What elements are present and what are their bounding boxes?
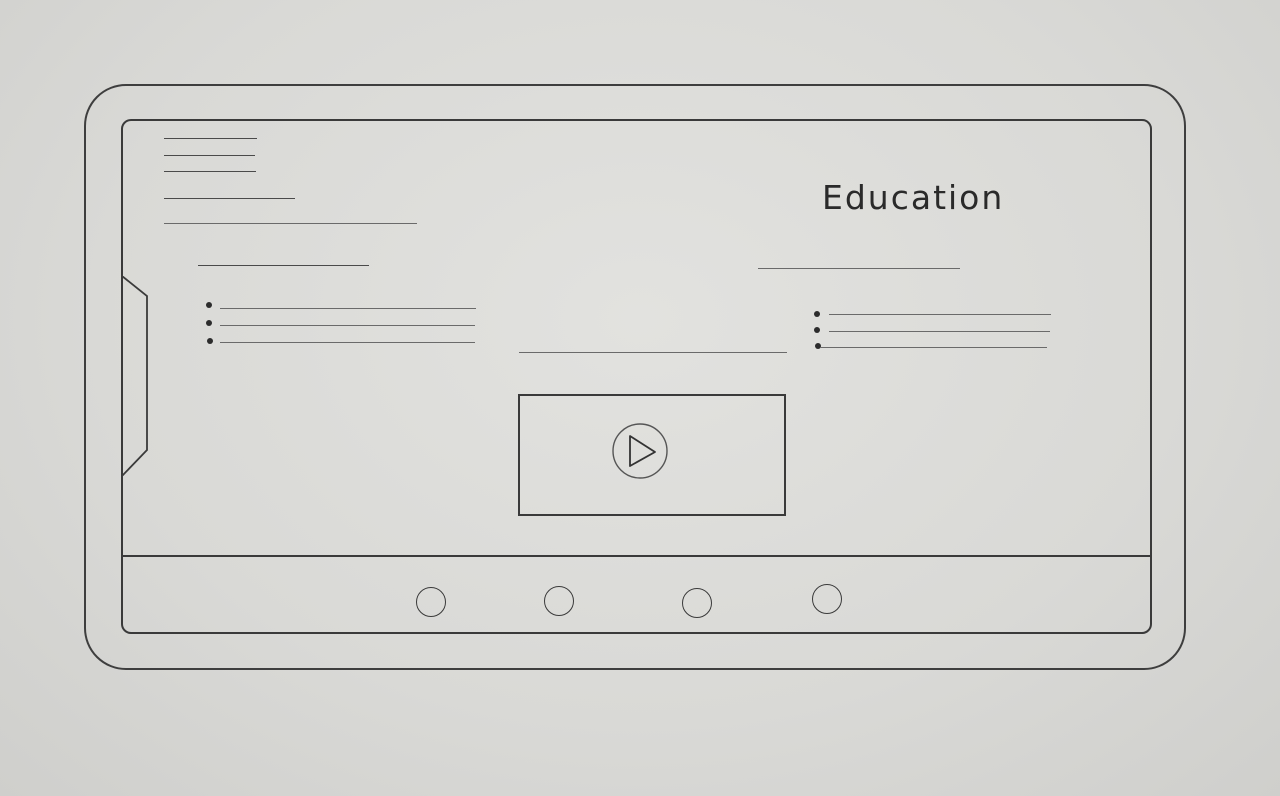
hamburger-line <box>164 155 255 156</box>
nav-button-1-icon[interactable] <box>416 587 446 617</box>
side-drawer-handle[interactable] <box>121 276 151 476</box>
nav-button-4-icon[interactable] <box>812 584 842 614</box>
center-heading-placeholder <box>519 352 787 353</box>
bullet-icon <box>814 311 820 317</box>
nav-button-2-icon[interactable] <box>544 586 574 616</box>
subtitle-placeholder <box>164 198 295 199</box>
list-item-placeholder <box>829 314 1051 315</box>
bottom-nav-divider <box>121 555 1152 557</box>
nav-button-3-icon[interactable] <box>682 588 712 618</box>
hamburger-line <box>164 138 257 139</box>
bullet-icon <box>207 338 213 344</box>
text-placeholder <box>164 223 417 224</box>
list-item-placeholder <box>820 347 1047 348</box>
hamburger-line <box>164 171 256 172</box>
list-item-placeholder <box>220 325 475 326</box>
bullet-icon <box>206 302 212 308</box>
list-item-placeholder <box>829 331 1050 332</box>
list-item-placeholder <box>220 342 475 343</box>
list-item-placeholder <box>220 308 476 309</box>
bullet-icon <box>814 327 820 333</box>
bullet-icon <box>206 320 212 326</box>
page-title: Education <box>822 178 1005 217</box>
right-section-heading-placeholder <box>758 268 960 269</box>
play-icon[interactable] <box>611 422 669 480</box>
left-section-heading-placeholder <box>198 265 369 266</box>
bullet-icon <box>815 343 821 349</box>
